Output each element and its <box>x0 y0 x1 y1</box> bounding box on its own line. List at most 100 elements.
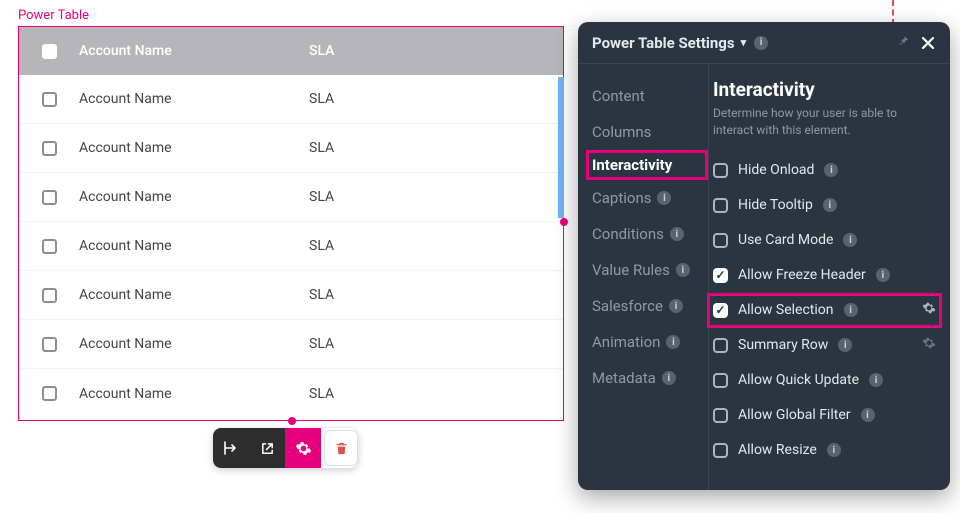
sidebar-item-columns[interactable]: Columns <box>592 114 708 150</box>
delete-button[interactable] <box>324 430 358 466</box>
cell-sla: SLA <box>309 238 449 254</box>
cell-account-name: Account Name <box>79 336 309 352</box>
sidebar-item-label: Conditions <box>592 225 664 243</box>
table-row[interactable]: Account NameSLA <box>19 173 563 222</box>
sidebar-item-metadata[interactable]: Metadata i <box>592 360 708 396</box>
cell-sla: SLA <box>309 189 449 205</box>
sidebar-item-salesforce[interactable]: Salesforce i <box>592 288 708 324</box>
info-icon[interactable]: i <box>843 233 857 247</box>
section-description: Determine how your user is able to inter… <box>713 105 936 139</box>
panel-title[interactable]: Power Table Settings <box>592 34 735 52</box>
info-icon[interactable]: i <box>657 191 671 205</box>
open-button[interactable] <box>249 428 285 468</box>
info-icon[interactable]: i <box>754 36 768 50</box>
info-icon[interactable]: i <box>869 373 883 387</box>
row-checkbox[interactable] <box>42 190 57 205</box>
trash-icon <box>334 441 349 456</box>
info-icon[interactable]: i <box>670 227 684 241</box>
option-label: Allow Selection <box>738 302 834 318</box>
row-checkbox[interactable] <box>42 337 57 352</box>
table-row[interactable]: Account NameSLA <box>19 369 563 418</box>
checkbox[interactable]: ✓ <box>713 303 728 318</box>
sidebar-item-label: Salesforce <box>592 297 663 315</box>
settings-panel: Power Table Settings ▾ i ContentColumnsI… <box>578 22 950 490</box>
sidebar-item-captions[interactable]: Captionsi <box>592 180 708 216</box>
resize-grip-right[interactable] <box>560 218 568 226</box>
option-hide-onload[interactable]: Hide Onload i <box>713 153 936 188</box>
option-label: Allow Global Filter <box>738 407 851 423</box>
info-icon[interactable]: i <box>824 163 838 177</box>
header-checkbox-cell <box>19 44 79 59</box>
checkbox[interactable]: ✓ <box>713 268 728 283</box>
row-checkbox-cell <box>19 141 79 156</box>
close-button[interactable] <box>920 35 936 51</box>
option-label: Allow Resize <box>738 442 817 458</box>
sidebar-item-conditions[interactable]: Conditions i <box>592 216 708 252</box>
sidebar-item-interactivity[interactable]: Interactivity <box>586 150 708 180</box>
checkbox[interactable] <box>713 163 728 178</box>
sidebar-item-label: Metadata <box>592 369 656 387</box>
info-icon[interactable]: i <box>666 335 680 349</box>
option-hide-tooltip[interactable]: Hide Tooltip i <box>713 188 936 223</box>
table-row[interactable]: Account NameSLA <box>19 124 563 173</box>
checkbox[interactable] <box>713 233 728 248</box>
floating-toolbar <box>213 428 358 468</box>
sidebar-item-content[interactable]: Content <box>592 78 708 114</box>
table-row[interactable]: Account NameSLA <box>19 222 563 271</box>
selection-marker <box>558 77 564 218</box>
option-allow-resize[interactable]: Allow Resize i <box>713 433 936 468</box>
row-checkbox[interactable] <box>42 92 57 107</box>
align-button[interactable] <box>213 428 249 468</box>
row-checkbox[interactable] <box>42 288 57 303</box>
settings-content: Interactivity Determine how your user is… <box>708 64 950 490</box>
select-all-checkbox[interactable] <box>42 44 57 59</box>
gear-icon[interactable] <box>922 336 936 354</box>
cell-account-name: Account Name <box>79 140 309 156</box>
option-allow-freeze-header[interactable]: ✓ Allow Freeze Header i <box>713 258 936 293</box>
option-label: Allow Freeze Header <box>738 267 866 283</box>
option-label: Use Card Mode <box>738 232 833 248</box>
pin-icon[interactable] <box>896 34 910 52</box>
gear-icon[interactable] <box>922 301 936 319</box>
table-row[interactable]: Account NameSLA <box>19 271 563 320</box>
sidebar-item-value-rules[interactable]: Value Rulesi <box>592 252 708 288</box>
option-summary-row[interactable]: Summary Rowi <box>713 328 936 363</box>
checkbox[interactable] <box>713 373 728 388</box>
row-checkbox-cell <box>19 288 79 303</box>
settings-sidebar: ContentColumnsInteractivityCaptionsiCond… <box>578 64 708 490</box>
option-label: Hide Tooltip <box>738 197 813 213</box>
row-checkbox[interactable] <box>42 386 57 401</box>
option-allow-global-filter[interactable]: Allow Global Filter i <box>713 398 936 433</box>
table-row[interactable]: Account NameSLA <box>19 75 563 124</box>
info-icon[interactable]: i <box>838 338 852 352</box>
row-checkbox[interactable] <box>42 141 57 156</box>
checkbox[interactable] <box>713 338 728 353</box>
cell-account-name: Account Name <box>79 189 309 205</box>
checkbox[interactable] <box>713 198 728 213</box>
info-icon[interactable]: i <box>876 268 890 282</box>
info-icon[interactable]: i <box>827 443 841 457</box>
resize-grip-bottom[interactable] <box>288 417 296 425</box>
option-allow-quick-update[interactable]: Allow Quick Updatei <box>713 363 936 398</box>
align-left-icon <box>223 440 239 456</box>
power-table[interactable]: Account Name SLA Account NameSLAAccount … <box>18 26 564 421</box>
header-account-name[interactable]: Account Name <box>79 43 309 59</box>
info-icon[interactable]: i <box>823 198 837 212</box>
sidebar-item-animation[interactable]: Animationi <box>592 324 708 360</box>
option-allow-selection[interactable]: ✓ Allow Selection i <box>707 293 942 328</box>
table-row[interactable]: Account NameSLA <box>19 320 563 369</box>
info-icon[interactable]: i <box>662 371 676 385</box>
row-checkbox[interactable] <box>42 239 57 254</box>
chevron-down-icon[interactable]: ▾ <box>741 36 747 49</box>
info-icon[interactable]: i <box>676 263 690 277</box>
option-label: Hide Onload <box>738 162 814 178</box>
cell-account-name: Account Name <box>79 386 309 402</box>
option-use-card-mode[interactable]: Use Card Mode i <box>713 223 936 258</box>
info-icon[interactable]: i <box>861 408 875 422</box>
checkbox[interactable] <box>713 443 728 458</box>
header-sla[interactable]: SLA <box>309 43 449 59</box>
settings-button[interactable] <box>285 428 321 468</box>
info-icon[interactable]: i <box>844 303 858 317</box>
info-icon[interactable]: i <box>669 299 683 313</box>
checkbox[interactable] <box>713 408 728 423</box>
